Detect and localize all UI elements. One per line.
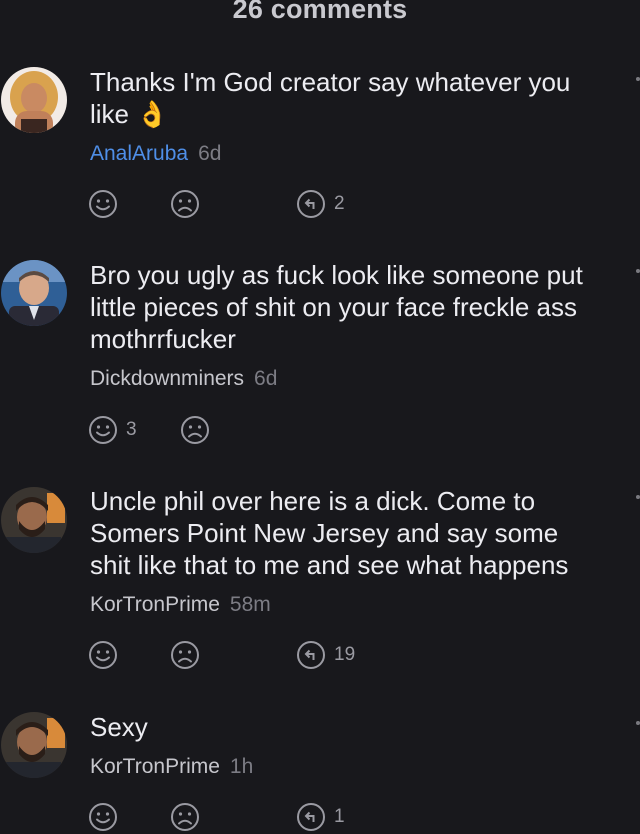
- frown-icon: [170, 802, 200, 832]
- frown-icon: [170, 640, 200, 670]
- reply-icon: [296, 189, 326, 219]
- reply-count: 19: [334, 644, 356, 665]
- more-options-icon[interactable]: [636, 495, 640, 499]
- comment-actions: 2: [88, 189, 508, 221]
- downvote-button[interactable]: [170, 640, 208, 670]
- comment-text: Bro you ugly as fuck look like someone p…: [90, 260, 583, 354]
- more-options-icon[interactable]: [636, 77, 640, 81]
- reply-button[interactable]: 1: [296, 802, 345, 832]
- smile-icon: [88, 415, 118, 445]
- more-options-icon[interactable]: [636, 269, 640, 273]
- upvote-button[interactable]: [88, 640, 126, 670]
- comment-meta: KorTronPrime 58m: [90, 592, 271, 618]
- comment-meta: Dickdownminers 6d: [90, 366, 277, 392]
- comment-time: 6d: [198, 142, 222, 165]
- downvote-button[interactable]: [170, 189, 208, 219]
- reply-count: 2: [334, 193, 345, 214]
- comment-actions: 3: [88, 415, 508, 447]
- downvote-button[interactable]: [180, 415, 218, 445]
- smile-icon: [88, 189, 118, 219]
- comment-username[interactable]: Dickdownminers: [90, 367, 244, 390]
- reply-icon: [296, 640, 326, 670]
- downvote-button[interactable]: [170, 802, 208, 832]
- comment-meta: KorTronPrime 1h: [90, 754, 253, 780]
- avatar[interactable]: [1, 712, 67, 778]
- comment-time: 58m: [229, 593, 271, 616]
- upvote-button[interactable]: [88, 189, 126, 219]
- avatar[interactable]: [1, 487, 67, 553]
- comment-actions: 19: [88, 640, 508, 672]
- avatar[interactable]: [1, 67, 67, 133]
- frown-icon: [180, 415, 210, 445]
- upvote-button[interactable]: [88, 802, 126, 832]
- comments-count-title: 26 comments: [232, 0, 408, 24]
- frown-icon: [170, 189, 200, 219]
- comment-text: Uncle phil over here is a dick. Come to …: [90, 486, 569, 580]
- upvote-count: 3: [126, 419, 137, 440]
- comment-username[interactable]: KorTronPrime: [90, 755, 220, 778]
- upvote-button[interactable]: 3: [88, 415, 137, 445]
- reply-button[interactable]: 19: [296, 640, 355, 670]
- avatar[interactable]: [1, 260, 67, 326]
- comment-text: Thanks I'm God creator say whatever you …: [90, 67, 571, 129]
- comment-meta: AnalAruba 6d: [90, 141, 221, 167]
- comment-actions: 1: [88, 802, 508, 834]
- reply-count: 1: [334, 806, 345, 827]
- reply-button[interactable]: 2: [296, 189, 345, 219]
- comment-username[interactable]: KorTronPrime: [90, 593, 220, 616]
- smile-icon: [88, 640, 118, 670]
- comment-time: 6d: [254, 367, 278, 390]
- more-options-icon[interactable]: [636, 721, 640, 725]
- comment-time: 1h: [229, 755, 254, 778]
- comment-username[interactable]: AnalAruba: [90, 142, 188, 165]
- comment-text: Sexy: [90, 712, 148, 742]
- smile-icon: [88, 802, 118, 832]
- reply-icon: [296, 802, 326, 832]
